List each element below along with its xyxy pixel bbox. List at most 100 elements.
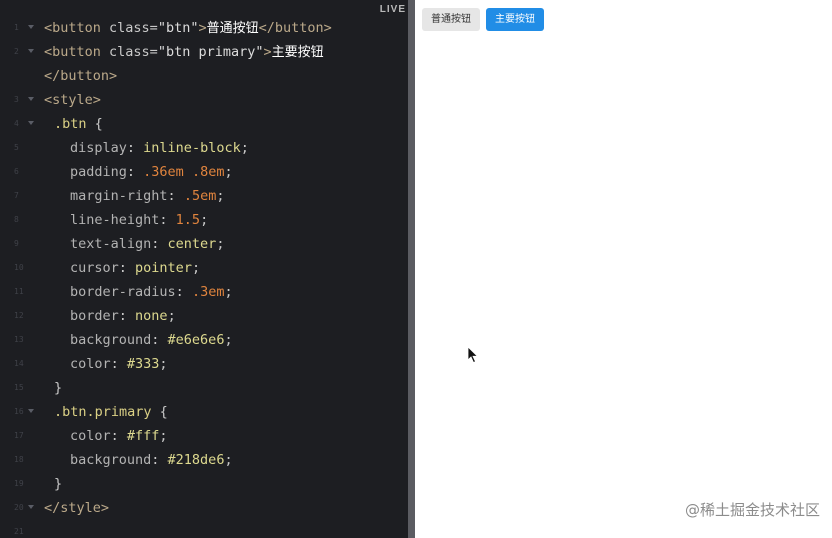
code-token: ; <box>167 308 176 324</box>
line-gutter: 1 <box>0 16 38 40</box>
code-line[interactable]: 17 color: #fff; <box>0 424 408 448</box>
line-number: 8 <box>14 215 19 224</box>
code-line[interactable]: 18 background: #218de6; <box>0 448 408 472</box>
code-token: : <box>126 140 144 156</box>
code-token: ; <box>216 188 225 204</box>
code-token: ; <box>224 332 233 348</box>
code-token: : <box>110 428 127 444</box>
line-gutter <box>0 64 38 88</box>
code-token: #333 <box>126 356 160 372</box>
code-line[interactable]: 6 padding: .36em .8em; <box>0 160 408 184</box>
code-token: : <box>110 356 127 372</box>
line-number: 10 <box>14 263 24 272</box>
code-token: </button> <box>258 19 332 36</box>
code-token: #218de6 <box>167 452 225 468</box>
line-gutter: 2 <box>0 40 38 64</box>
line-number: 17 <box>14 431 24 440</box>
code-line[interactable]: 14 color: #333; <box>0 352 408 376</box>
fold-arrow-icon[interactable] <box>28 49 34 53</box>
code-token: inline-block <box>143 140 241 156</box>
code-token: : <box>118 308 136 324</box>
code-line[interactable]: 20 </style> <box>0 496 408 520</box>
line-number: 5 <box>14 143 19 152</box>
code-lines[interactable]: 1 <button class="btn">普通按钮</button> 2 <butt… <box>0 16 408 538</box>
code-token: text-align <box>70 236 152 252</box>
code-line[interactable]: 2 <button class="btn primary">主要按钮 <box>0 40 408 64</box>
line-gutter: 7 <box>0 184 38 208</box>
code-token: </style> <box>44 500 110 516</box>
code-text: border: none; <box>38 304 176 328</box>
code-token: cursor <box>70 260 119 276</box>
line-number: 21 <box>14 527 24 536</box>
line-gutter: 11 <box>0 280 38 304</box>
fold-arrow-icon[interactable] <box>28 409 34 413</box>
code-token: border-radius <box>70 284 176 300</box>
code-line[interactable]: 21 <box>0 520 408 538</box>
code-token: </button> <box>44 68 118 84</box>
line-gutter: 13 <box>0 328 38 352</box>
code-token: 普通按钮 <box>206 20 259 36</box>
code-line[interactable]: 7 margin-right: .5em; <box>0 184 408 208</box>
code-token: background <box>70 332 152 348</box>
code-token: #e6e6e6 <box>167 332 225 348</box>
line-gutter: 12 <box>0 304 38 328</box>
line-number: 18 <box>14 455 24 464</box>
code-token: { <box>94 116 103 132</box>
code-text: <button class="btn primary">主要按钮 <box>38 40 324 65</box>
code-text: margin-right: .5em; <box>38 184 224 208</box>
code-line[interactable]: 15} <box>0 376 408 400</box>
line-gutter: 19 <box>0 472 38 496</box>
code-token: ; <box>216 236 225 252</box>
code-line[interactable]: 3 <style> <box>0 88 408 112</box>
code-line[interactable]: 8 line-height: 1.5; <box>0 208 408 232</box>
code-line[interactable]: 13 background: #e6e6e6; <box>0 328 408 352</box>
code-token: none <box>135 308 168 324</box>
code-token: } <box>54 476 63 492</box>
code-line[interactable]: 10 cursor: pointer; <box>0 256 408 280</box>
code-text: display: inline-block; <box>38 136 249 160</box>
split-pane-divider[interactable] <box>408 0 415 538</box>
code-token: "btn primary" <box>157 43 264 60</box>
normal-button[interactable]: 普通按钮 <box>422 8 480 31</box>
code-editor[interactable]: LIVE 1 <button class="btn">普通按钮</button> 2… <box>0 0 408 538</box>
code-text: color: #333; <box>38 352 168 376</box>
code-line[interactable]: 4 .btn { <box>0 112 408 136</box>
code-line[interactable]: 5 display: inline-block; <box>0 136 408 160</box>
code-token: margin-right <box>70 188 168 204</box>
line-gutter: 16 <box>0 400 38 424</box>
code-text: } <box>38 472 62 496</box>
code-token: pointer <box>135 260 192 276</box>
line-number: 19 <box>14 479 24 488</box>
fold-arrow-icon[interactable] <box>28 97 34 101</box>
code-line[interactable]: </button> <box>0 64 408 88</box>
code-text: background: #218de6; <box>38 448 233 472</box>
code-token: center <box>167 236 217 252</box>
code-text: line-height: 1.5; <box>38 208 208 232</box>
code-line[interactable]: 12 border: none; <box>0 304 408 328</box>
code-line[interactable]: 11 border-radius: .3em; <box>0 280 408 304</box>
line-number: 13 <box>14 335 24 344</box>
primary-button[interactable]: 主要按钮 <box>486 8 544 31</box>
code-token: ; <box>240 140 249 156</box>
code-token: : <box>151 452 168 468</box>
line-number: 14 <box>14 359 24 368</box>
line-number: 2 <box>14 47 19 56</box>
code-text: border-radius: .3em; <box>38 280 233 304</box>
code-line[interactable]: 19} <box>0 472 408 496</box>
fold-arrow-icon[interactable] <box>28 25 34 29</box>
line-gutter: 18 <box>0 448 38 472</box>
code-token: <button <box>44 19 110 36</box>
code-line[interactable]: 9 text-align: center; <box>0 232 408 256</box>
code-line[interactable]: 1 <button class="btn">普通按钮</button> <box>0 16 408 40</box>
line-number: 16 <box>14 407 24 416</box>
live-preview-pane: 普通按钮 主要按钮 @稀土掘金技术社区 <box>415 0 832 538</box>
code-line[interactable]: 16 .btn.primary { <box>0 400 408 424</box>
code-token: ; <box>224 164 233 180</box>
fold-arrow-icon[interactable] <box>28 505 34 509</box>
code-token: : <box>151 332 168 348</box>
fold-arrow-icon[interactable] <box>28 121 34 125</box>
line-number: 7 <box>14 191 19 200</box>
code-text: text-align: center; <box>38 232 224 256</box>
line-gutter: 14 <box>0 352 38 376</box>
code-token: : <box>118 260 136 276</box>
